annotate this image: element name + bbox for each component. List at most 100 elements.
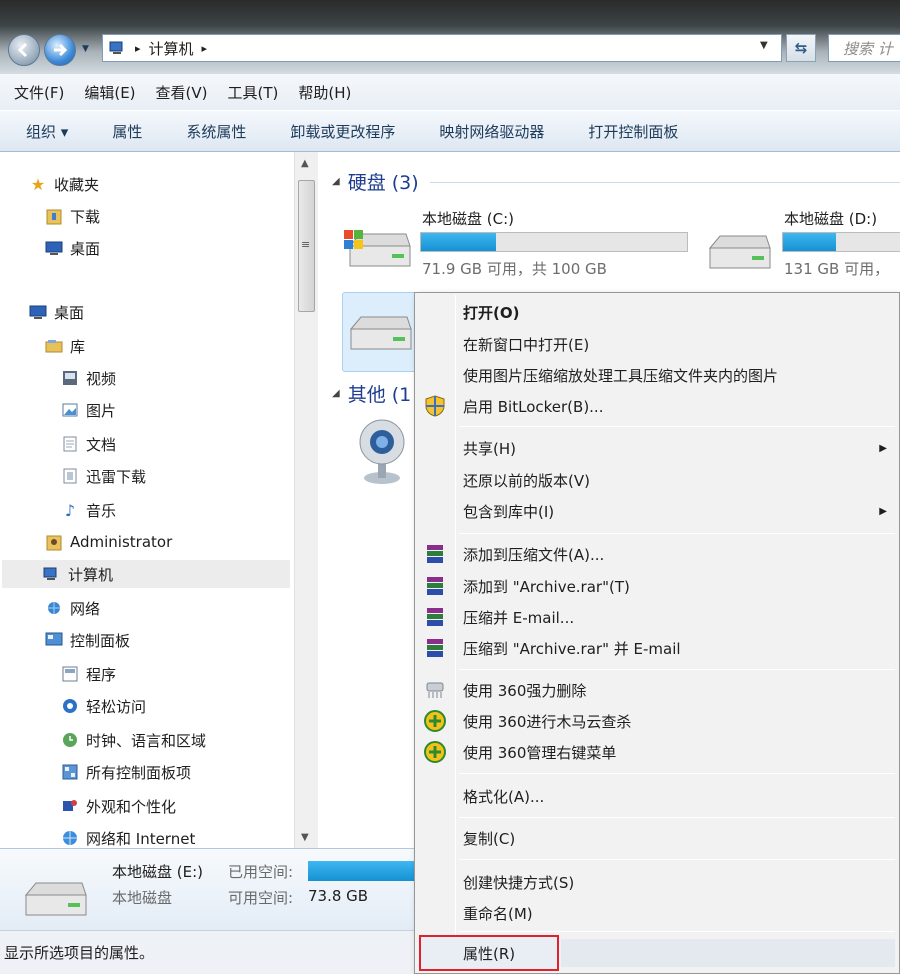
nav-administrator[interactable]: Administrator xyxy=(44,528,172,556)
network-icon xyxy=(44,598,64,618)
menu-label: 使用图片压缩缩放处理工具压缩文件夹内的图片 xyxy=(463,366,779,385)
back-button[interactable] xyxy=(8,34,40,66)
menu-properties[interactable]: 属性(R) xyxy=(417,938,897,968)
computer-icon xyxy=(109,41,123,54)
menu-360-context-manager[interactable]: 使用 360管理右键菜单 xyxy=(417,737,897,767)
menu-image-compress[interactable]: 使用图片压缩缩放处理工具压缩文件夹内的图片 xyxy=(417,360,897,390)
nav-xunlei-downloads[interactable]: 迅雷下载 xyxy=(60,462,146,490)
appearance-icon xyxy=(60,796,80,816)
library-icon xyxy=(44,336,64,356)
accessibility-icon xyxy=(60,696,80,716)
other-group-header[interactable]: ◢ 其他 (1 xyxy=(332,380,411,407)
computer-icon xyxy=(42,564,62,584)
menu-tools[interactable]: 工具(T) xyxy=(228,82,279,103)
menu-separator xyxy=(459,859,895,860)
drive-d-usage-fill xyxy=(783,233,836,251)
nav-label: 所有控制面板项 xyxy=(86,763,192,782)
nav-desktop[interactable]: 桌面 xyxy=(28,298,84,326)
drive-d-icon[interactable] xyxy=(706,232,776,276)
menu-open[interactable]: 打开(O) xyxy=(417,297,897,327)
arrow-left-icon xyxy=(17,42,28,58)
uninstall-program-button[interactable]: 卸载或更改程序 xyxy=(290,121,395,142)
menu-compress-rar-email[interactable]: 压缩到 "Archive.rar" 并 E-mail xyxy=(417,633,897,663)
system-properties-button[interactable]: 系统属性 xyxy=(186,121,246,142)
address-toolbar: ▼ ▸ 计算机 ▸ ▼ ⇆ 搜索 计 xyxy=(0,0,900,74)
nav-music[interactable]: ♪ 音乐 xyxy=(60,496,116,524)
menu-help[interactable]: 帮助(H) xyxy=(298,82,351,103)
webcam-device-icon[interactable] xyxy=(356,418,408,490)
nav-pictures[interactable]: 图片 xyxy=(60,396,116,424)
nav-label: 时钟、语言和区域 xyxy=(86,731,207,750)
refresh-icon: ⇆ xyxy=(794,39,808,57)
control-panel-icon xyxy=(44,630,64,650)
scroll-up-icon[interactable]: ▲ xyxy=(301,158,309,169)
nav-network[interactable]: 网络 xyxy=(44,594,100,622)
address-history-dropdown-icon[interactable]: ▼ xyxy=(760,40,768,51)
menu-add-to-archive[interactable]: 添加到压缩文件(A)... xyxy=(417,539,897,569)
nav-videos[interactable]: 视频 xyxy=(60,364,116,392)
menu-view[interactable]: 查看(V) xyxy=(156,82,208,103)
menu-bitlocker[interactable]: 启用 BitLocker(B)... xyxy=(417,391,897,421)
menu-360-force-delete[interactable]: 使用 360强力删除 xyxy=(417,675,897,705)
menu-include-library[interactable]: 包含到库中(I) ▶ xyxy=(417,496,897,526)
nav-control-panel[interactable]: 控制面板 xyxy=(44,626,130,654)
star-icon: ★ xyxy=(30,174,46,194)
nav-clock-language-region[interactable]: 时钟、语言和区域 xyxy=(60,726,206,754)
menu-label: 包含到库中(I) xyxy=(463,502,555,521)
hard-disk-group-header[interactable]: ◢ 硬盘 (3) xyxy=(332,168,419,195)
forward-button[interactable] xyxy=(44,34,76,66)
winrar-icon xyxy=(423,542,447,566)
nav-documents[interactable]: 文档 xyxy=(60,430,116,458)
refresh-button[interactable]: ⇆ xyxy=(786,34,816,62)
menu-compress-email[interactable]: 压缩并 E-mail... xyxy=(417,602,897,632)
group-title: 硬盘 (3) xyxy=(347,172,419,194)
nav-favorites[interactable]: ★ 收藏夹 xyxy=(28,170,99,198)
recent-pages-dropdown-icon[interactable]: ▼ xyxy=(82,44,89,54)
organize-button[interactable]: 组织 ▾ xyxy=(26,121,68,142)
menu-edit[interactable]: 编辑(E) xyxy=(84,82,135,103)
winrar-icon xyxy=(423,605,447,629)
menu-file[interactable]: 文件(F) xyxy=(14,82,64,103)
map-network-drive-button[interactable]: 映射网络驱动器 xyxy=(439,121,544,142)
menu-360-trojan-scan[interactable]: 使用 360进行木马云查杀 xyxy=(417,706,897,736)
drive-c-label[interactable]: 本地磁盘 (C:) xyxy=(422,208,514,229)
nav-pane-scrollbar[interactable]: ▲ ≡ ▼ xyxy=(294,152,318,848)
nav-downloads[interactable]: 下载 xyxy=(44,202,100,230)
menu-add-to-archive-rar[interactable]: 添加到 "Archive.rar"(T) xyxy=(417,571,897,601)
menu-label: 启用 BitLocker(B)... xyxy=(463,397,604,416)
drive-d-label[interactable]: 本地磁盘 (D:) xyxy=(784,208,877,229)
nav-libraries[interactable]: 库 xyxy=(44,332,85,360)
details-drive-name: 本地磁盘 (E:) xyxy=(112,863,204,881)
menu-label: 添加到压缩文件(A)... xyxy=(463,545,605,564)
menu-restore-versions[interactable]: 还原以前的版本(V) xyxy=(417,465,897,495)
menu-copy[interactable]: 复制(C) xyxy=(417,823,897,853)
address-bar[interactable]: ▸ 计算机 ▸ xyxy=(102,34,782,62)
open-control-panel-button[interactable]: 打开控制面板 xyxy=(588,121,678,142)
nav-programs[interactable]: 程序 xyxy=(60,660,116,688)
search-input[interactable]: 搜索 计 xyxy=(828,34,900,62)
nav-appearance[interactable]: 外观和个性化 xyxy=(60,792,176,820)
nav-label: 桌面 xyxy=(54,303,85,322)
collapse-triangle-icon: ◢ xyxy=(332,388,340,399)
menu-label: 属性(R) xyxy=(463,944,516,963)
drive-c-icon[interactable] xyxy=(344,228,414,276)
nav-computer[interactable]: 计算机 xyxy=(2,560,290,588)
scroll-down-icon[interactable]: ▼ xyxy=(301,832,309,843)
menu-label: 使用 360进行木马云查杀 xyxy=(463,712,632,731)
nav-all-control-panel-items[interactable]: 所有控制面板项 xyxy=(60,758,191,786)
nav-desktop-fav[interactable]: 桌面 xyxy=(44,234,100,262)
shredder-icon xyxy=(423,678,447,702)
nav-ease-of-access[interactable]: 轻松访问 xyxy=(60,692,146,720)
menu-create-shortcut[interactable]: 创建快捷方式(S) xyxy=(417,867,897,897)
menu-format[interactable]: 格式化(A)... xyxy=(417,781,897,811)
menu-open-new-window[interactable]: 在新窗口中打开(E) xyxy=(417,329,897,359)
properties-button[interactable]: 属性 xyxy=(112,121,142,142)
menu-share[interactable]: 共享(H) ▶ xyxy=(417,433,897,463)
menu-rename[interactable]: 重命名(M) xyxy=(417,898,897,928)
breadcrumb-computer[interactable]: 计算机 xyxy=(149,38,194,59)
menu-separator xyxy=(459,533,895,534)
command-bar: 组织 ▾ 属性 系统属性 卸载或更改程序 映射网络驱动器 打开控制面板 xyxy=(0,110,900,152)
breadcrumb-separator: ▸ xyxy=(201,41,208,55)
drive-e-icon xyxy=(347,313,417,357)
menu-label: 在新窗口中打开(E) xyxy=(463,335,590,354)
